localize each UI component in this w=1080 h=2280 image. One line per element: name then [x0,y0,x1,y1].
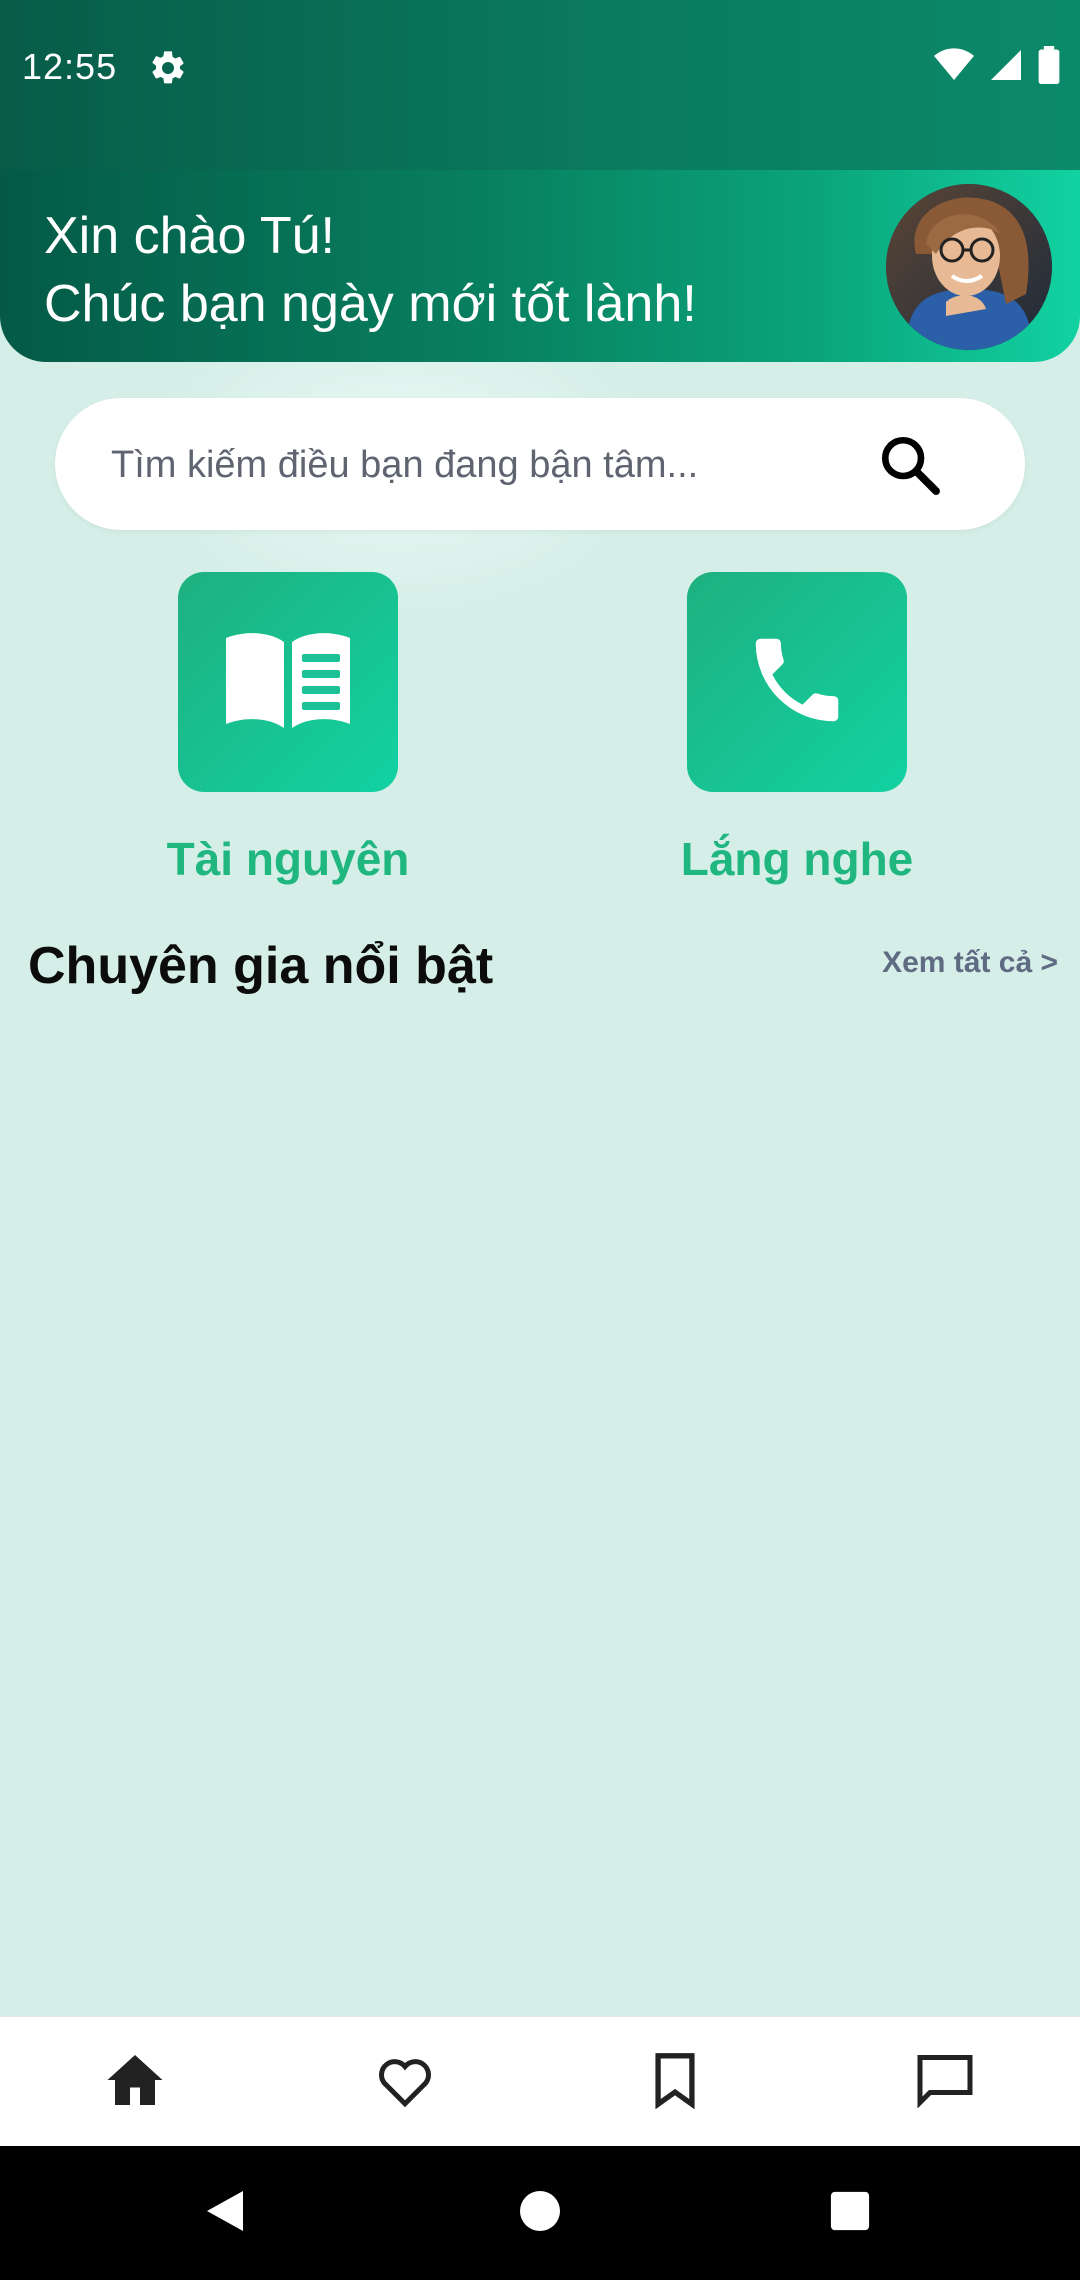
system-nav-bar [0,2146,1080,2280]
listen-label: Lắng nghe [680,833,914,885]
wifi-icon [934,47,974,88]
recents-button[interactable] [760,2146,940,2280]
resources-button[interactable] [178,572,398,792]
status-time: 12:55 [22,46,118,87]
signal-icon [988,47,1024,88]
greeting-title: Xin chào Tú! [44,207,336,265]
heart-icon [375,2052,435,2113]
battery-icon [1038,46,1060,89]
see-all-link[interactable]: Xem tất cả > [882,946,1058,980]
status-bar: 12:55 [0,0,1080,172]
home-system-button[interactable] [450,2146,630,2280]
book-icon [222,628,354,737]
bottom-nav [0,2016,1080,2147]
status-icons [934,46,1060,89]
circle-icon [518,2189,562,2238]
phone-icon [742,625,852,740]
search-icon[interactable] [877,432,943,498]
greeting-subtitle: Chúc bạn ngày mới tốt lành! [44,275,697,333]
gear-icon [148,48,188,88]
nav-home[interactable] [0,2017,270,2147]
search-input[interactable] [109,432,873,498]
bookmark-icon [652,2051,698,2114]
avatar[interactable] [886,184,1052,350]
nav-messages[interactable] [810,2017,1080,2147]
home-icon [105,2052,165,2113]
back-icon [203,2187,247,2240]
chat-icon [915,2052,975,2113]
greeting-header: Xin chào Tú! Chúc bạn ngày mới tốt lành! [0,170,1080,362]
nav-bookmarks[interactable] [540,2017,810,2147]
search-bar[interactable] [55,398,1025,530]
back-button[interactable] [135,2146,315,2280]
nav-favorites[interactable] [270,2017,540,2147]
square-icon [829,2190,871,2237]
featured-experts-title: Chuyên gia nổi bật [28,937,494,995]
resources-label: Tài nguyên [166,833,410,885]
listen-button[interactable] [687,572,907,792]
